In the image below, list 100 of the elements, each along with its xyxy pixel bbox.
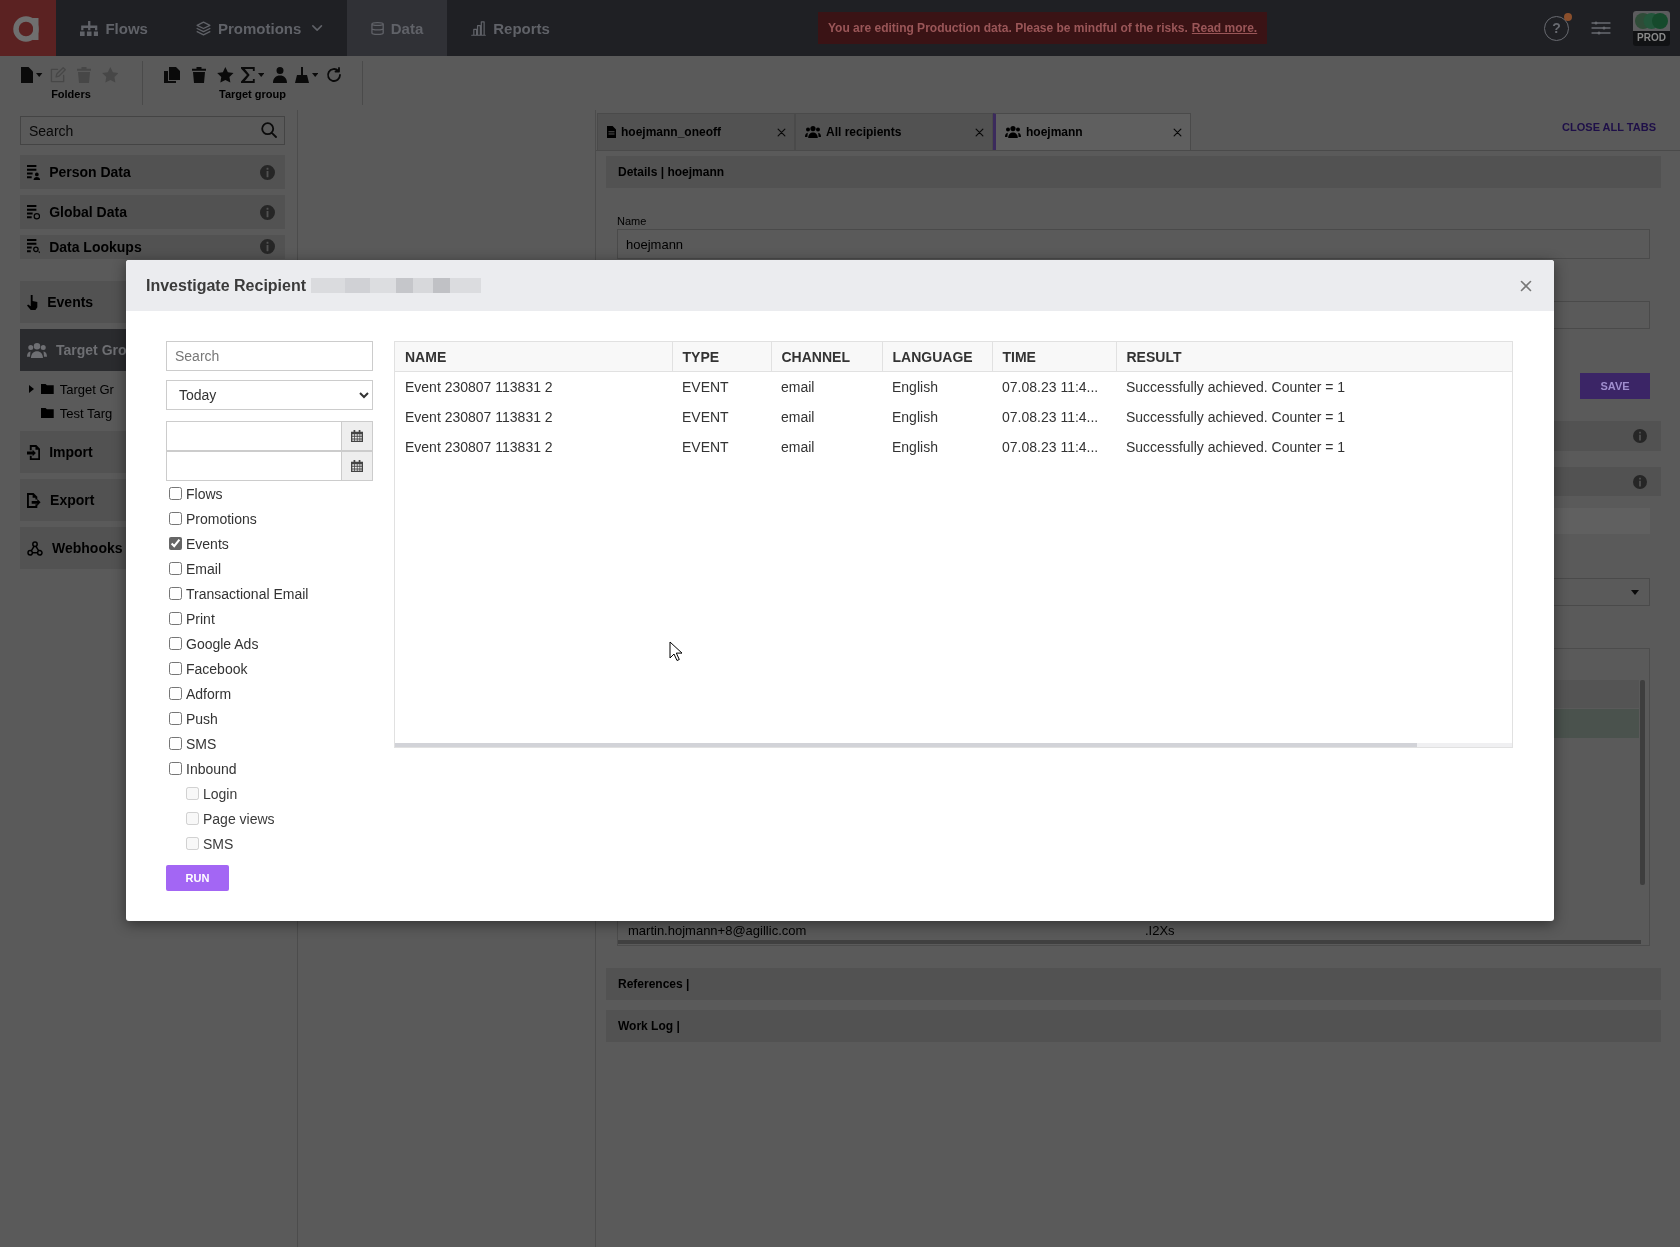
- filter-label[interactable]: Adform: [186, 685, 232, 702]
- toolbar-group-label: Target group: [219, 88, 286, 101]
- name-input[interactable]: hoejmann: [617, 229, 1650, 259]
- bar-chart-icon: [471, 20, 487, 36]
- close-all-tabs-link[interactable]: CLOSE ALL TABS: [1562, 121, 1656, 133]
- column-header[interactable]: NAME: [395, 342, 672, 372]
- column-header[interactable]: RESULT: [1116, 342, 1512, 372]
- filter-label[interactable]: Push: [186, 710, 218, 727]
- filter-checkbox[interactable]: [169, 762, 182, 775]
- clean-button[interactable]: [294, 65, 319, 85]
- filter-checkbox[interactable]: [169, 487, 182, 500]
- environment-switch[interactable]: PROD: [1633, 10, 1670, 46]
- filter-label[interactable]: Google Ads: [186, 635, 259, 652]
- table-cell: Event 230807 113831 2: [395, 371, 672, 402]
- filter-label[interactable]: Email: [186, 560, 221, 577]
- section-header[interactable]: Work Log |: [606, 1010, 1661, 1042]
- column-header[interactable]: CHANNEL: [771, 342, 882, 372]
- date-field[interactable]: [166, 421, 341, 451]
- filter-checkbox[interactable]: [169, 687, 182, 700]
- tab[interactable]: hoejmann_oneoff: [597, 113, 795, 150]
- sidebar-item[interactable]: Global Data: [20, 195, 285, 229]
- list-search-icon: [27, 239, 41, 254]
- caret-icon: [311, 73, 319, 77]
- read-more-link[interactable]: Read more.: [1191, 21, 1258, 35]
- close-tab-button[interactable]: [777, 127, 786, 137]
- date-field[interactable]: [166, 451, 341, 481]
- sidebar-item[interactable]: Webhooks: [20, 527, 126, 569]
- sidebar-item[interactable]: Import: [20, 431, 126, 473]
- sidebar-item[interactable]: Data Lookups: [20, 235, 285, 259]
- settings-button[interactable]: [1591, 21, 1611, 35]
- refresh-icon: [325, 67, 342, 83]
- column-header[interactable]: TYPE: [672, 342, 771, 372]
- filter-checkbox[interactable]: [169, 612, 182, 625]
- filter-label[interactable]: Print: [186, 610, 215, 627]
- layers-icon: [195, 20, 211, 36]
- column-header[interactable]: TIME: [992, 342, 1116, 372]
- filter-label[interactable]: Inbound: [186, 760, 237, 777]
- close-tab-button[interactable]: [975, 127, 984, 137]
- caret-icon: [257, 73, 265, 77]
- field-label: Name: [617, 215, 648, 228]
- close-tab-button[interactable]: [1173, 127, 1182, 137]
- sidebar-item[interactable]: Events: [20, 281, 126, 323]
- star-icon: [217, 67, 234, 83]
- sliders-icon: [1591, 21, 1611, 35]
- person-list-icon: [27, 164, 41, 180]
- close-icon: [1520, 279, 1532, 292]
- sidebar-item[interactable]: Export: [20, 479, 126, 521]
- calendar-button[interactable]: [341, 421, 373, 451]
- search-field[interactable]: Search: [20, 116, 285, 145]
- table-cell: EVENT: [672, 371, 771, 402]
- close-icon: [1173, 127, 1182, 137]
- tree-item[interactable]: Test Targ: [20, 401, 124, 425]
- webhook-icon: [27, 540, 43, 556]
- caret-right-icon: [29, 385, 34, 393]
- calendar-icon: [351, 460, 363, 472]
- modal-title: Investigate Recipient: [146, 276, 307, 295]
- sidebar-item[interactable]: Person Data: [20, 155, 285, 189]
- nav-tab[interactable]: Promotions: [171, 0, 347, 56]
- filter-checkbox[interactable]: [169, 562, 182, 575]
- people-icon: [1005, 126, 1021, 138]
- filter-checkbox[interactable]: [169, 537, 182, 550]
- filter-label[interactable]: Flows: [186, 485, 223, 502]
- selected-row[interactable]: [1552, 709, 1639, 738]
- input-field[interactable]: [1554, 508, 1650, 534]
- tab[interactable]: All recipients: [795, 113, 993, 150]
- section-header-bar[interactable]: [1554, 467, 1661, 496]
- filter-label[interactable]: Events: [186, 535, 229, 552]
- nav-tab[interactable]: Flows: [56, 0, 172, 56]
- filter-checkbox[interactable]: [169, 712, 182, 725]
- database-icon: [370, 20, 384, 36]
- close-button[interactable]: [1520, 279, 1532, 292]
- filter-label[interactable]: SMS: [186, 735, 217, 752]
- filter-checkbox[interactable]: [169, 737, 182, 750]
- tab[interactable]: hoejmann: [993, 113, 1191, 150]
- vertical-scrollbar[interactable]: [1640, 680, 1645, 885]
- filter-label[interactable]: Facebook: [186, 660, 248, 677]
- section-header[interactable]: References |: [606, 968, 1661, 1000]
- filter-checkbox[interactable]: [169, 512, 182, 525]
- filter-checkbox[interactable]: [169, 662, 182, 675]
- new-file-button[interactable]: [20, 65, 44, 85]
- run-button[interactable]: RUN: [166, 865, 229, 891]
- table-cell: 07.08.23 11:4...: [992, 371, 1116, 402]
- table-cell-text: English: [891, 438, 939, 457]
- calendar-button[interactable]: [341, 451, 373, 481]
- tree-item[interactable]: Target Gr: [20, 377, 124, 401]
- warning-message: You are editing Production data. Please be mindful of the risks.: [828, 21, 1188, 35]
- filter-checkbox[interactable]: [169, 637, 182, 650]
- filter-label[interactable]: Promotions: [186, 510, 257, 527]
- column-header[interactable]: LANGUAGE: [882, 342, 992, 372]
- section-header-bar[interactable]: [1554, 421, 1661, 451]
- filter-checkbox[interactable]: [169, 587, 182, 600]
- broom-icon: [294, 67, 309, 83]
- copy-icon: [163, 67, 180, 83]
- nav-tab[interactable]: Reports: [447, 0, 574, 56]
- sidebar-item[interactable]: Target Gro: [20, 329, 126, 371]
- filter-label[interactable]: Transactional Email: [186, 585, 309, 602]
- sum-button[interactable]: [240, 65, 265, 85]
- people-icon: [27, 342, 47, 358]
- period-select[interactable]: Today: [166, 380, 373, 410]
- save-button[interactable]: SAVE: [1580, 373, 1650, 399]
